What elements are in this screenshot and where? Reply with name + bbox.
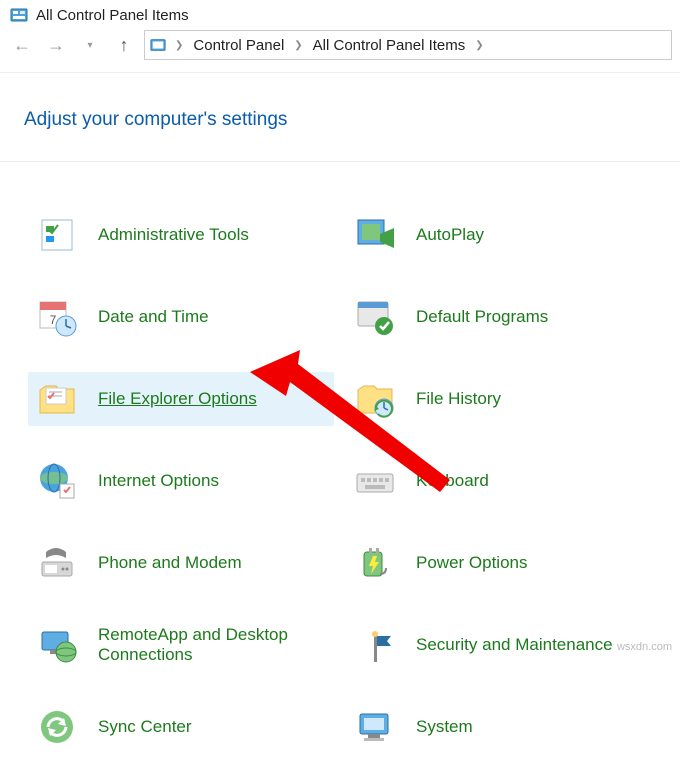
system-icon xyxy=(354,706,396,748)
item-label: File Explorer Options xyxy=(98,389,257,409)
forward-button[interactable]: → xyxy=(42,31,70,59)
recent-locations-button[interactable]: ▾ xyxy=(76,31,104,59)
titlebar: All Control Panel Items xyxy=(0,0,680,26)
item-label: Default Programs xyxy=(416,307,548,327)
chevron-right-icon: ❯ xyxy=(171,40,187,51)
item-remoteapp[interactable]: RemoteApp and Desktop Connections xyxy=(28,618,334,672)
item-sync-center[interactable]: Sync Center xyxy=(28,700,334,754)
autoplay-icon xyxy=(354,214,396,256)
items-grid: Administrative Tools AutoPlay 7 Date and… xyxy=(0,162,680,774)
item-label: RemoteApp and Desktop Connections xyxy=(98,625,308,666)
item-file-history[interactable]: File History xyxy=(346,372,652,426)
item-label: Sync Center xyxy=(98,717,192,737)
item-system[interactable]: System xyxy=(346,700,652,754)
item-security-maintenance[interactable]: Security and Maintenance xyxy=(346,618,652,672)
keyboard-icon xyxy=(354,460,396,502)
admin-tools-icon xyxy=(36,214,78,256)
address-icon xyxy=(149,36,167,54)
item-label: Keyboard xyxy=(416,471,489,491)
item-internet-options[interactable]: Internet Options xyxy=(28,454,334,508)
sync-center-icon xyxy=(36,706,78,748)
power-options-icon xyxy=(354,542,396,584)
default-programs-icon xyxy=(354,296,396,338)
item-default-programs[interactable]: Default Programs xyxy=(346,290,652,344)
back-button[interactable]: ← xyxy=(8,31,36,59)
item-phone-and-modem[interactable]: Phone and Modem xyxy=(28,536,334,590)
item-label: Phone and Modem xyxy=(98,553,242,573)
item-label: File History xyxy=(416,389,501,409)
security-maintenance-icon xyxy=(354,624,396,666)
date-time-icon: 7 xyxy=(36,296,78,338)
item-file-explorer-options[interactable]: File Explorer Options xyxy=(28,372,334,426)
item-label: Power Options xyxy=(416,553,528,573)
file-history-icon xyxy=(354,378,396,420)
item-keyboard[interactable]: Keyboard xyxy=(346,454,652,508)
breadcrumb-root[interactable]: Control Panel xyxy=(191,37,286,54)
remoteapp-icon xyxy=(36,624,78,666)
item-administrative-tools[interactable]: Administrative Tools xyxy=(28,208,334,262)
control-panel-icon xyxy=(10,6,28,24)
item-label: Date and Time xyxy=(98,307,209,327)
phone-modem-icon xyxy=(36,542,78,584)
chevron-right-icon: ❯ xyxy=(471,40,487,51)
up-button[interactable]: ↑ xyxy=(110,31,138,59)
item-autoplay[interactable]: AutoPlay xyxy=(346,208,652,262)
item-label: Internet Options xyxy=(98,471,219,491)
watermark: wsxdn.com xyxy=(617,641,672,653)
item-date-and-time[interactable]: 7 Date and Time xyxy=(28,290,334,344)
item-label: System xyxy=(416,717,473,737)
item-label: Administrative Tools xyxy=(98,225,249,245)
item-label: Security and Maintenance xyxy=(416,635,613,655)
page-heading: Adjust your computer's settings xyxy=(0,73,680,161)
item-label: AutoPlay xyxy=(416,225,484,245)
item-power-options[interactable]: Power Options xyxy=(346,536,652,590)
window-title: All Control Panel Items xyxy=(36,7,189,24)
file-explorer-options-icon xyxy=(36,378,78,420)
address-bar[interactable]: ❯ Control Panel ❯ All Control Panel Item… xyxy=(144,30,672,60)
chevron-right-icon: ❯ xyxy=(290,40,306,51)
navbar: ← → ▾ ↑ ❯ Control Panel ❯ All Control Pa… xyxy=(0,26,680,73)
internet-options-icon xyxy=(36,460,78,502)
breadcrumb-current[interactable]: All Control Panel Items xyxy=(311,37,468,54)
